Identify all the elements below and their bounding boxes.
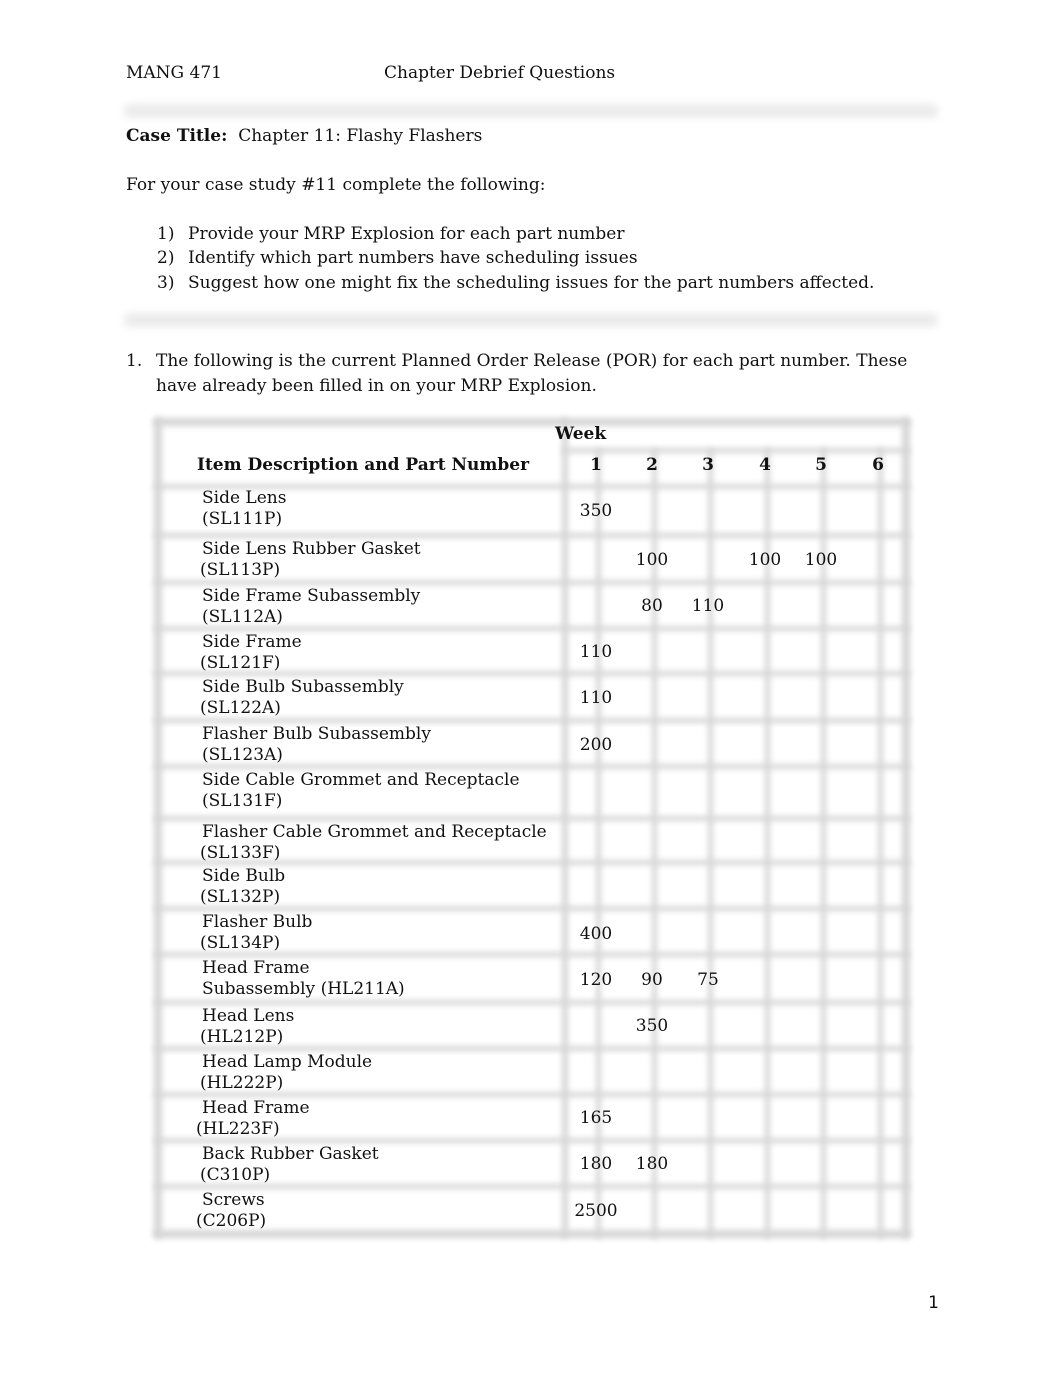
por-cell: 200: [579, 735, 613, 755]
part-number: (SL111P): [202, 509, 283, 529]
grid-line: [878, 448, 883, 1238]
grid-line: [562, 448, 910, 453]
course-code: MANG 471: [126, 63, 222, 83]
grid-line: [154, 418, 910, 426]
por-cell: 75: [697, 970, 719, 990]
part-number: (HL222P): [200, 1073, 284, 1093]
por-cell: 350: [635, 1016, 669, 1036]
item-description: Screws: [202, 1190, 265, 1210]
case-title-line: Case Title: Chapter 11: Flashy Flashers: [126, 126, 482, 146]
week-column-header: 6: [872, 455, 884, 475]
por-cell: 100: [748, 550, 782, 570]
por-cell: 110: [579, 642, 613, 662]
part-number: (SL121F): [200, 653, 281, 673]
question-1: 1. The following is the current Planned …: [126, 349, 936, 399]
por-cell: 2500: [574, 1201, 618, 1221]
grid-line: [154, 533, 910, 538]
part-number: (SL134P): [200, 933, 281, 953]
part-number: (C310P): [200, 1165, 271, 1185]
por-cell: 120: [579, 970, 613, 990]
task-item: 1) Provide your MRP Explosion for each pa…: [157, 224, 624, 244]
page-number: 1: [928, 1293, 939, 1313]
case-title: Chapter 11: Flashy Flashers: [238, 126, 483, 146]
part-number: (SL132P): [200, 887, 281, 907]
item-header: Item Description and Part Number: [197, 455, 530, 475]
task-number: 2): [157, 248, 175, 268]
por-cell: 110: [579, 688, 613, 708]
por-cell: 180: [579, 1154, 613, 1174]
item-description: Head Lamp Module: [202, 1052, 373, 1072]
part-number: (SL123A): [202, 745, 283, 765]
question-number: 1.: [126, 351, 143, 371]
divider: [124, 104, 938, 118]
question-text: The following is the current Planned Ord…: [156, 351, 908, 396]
document-title: Chapter Debrief Questions: [384, 63, 616, 83]
por-cell: 165: [579, 1108, 613, 1128]
por-cell: 400: [579, 924, 613, 944]
task-text: Suggest how one might fix the scheduling…: [188, 273, 875, 293]
task-text: Provide your MRP Explosion for each part…: [188, 224, 625, 244]
por-cell: 80: [641, 596, 663, 616]
part-number: (SL112A): [202, 607, 283, 627]
divider: [124, 313, 938, 327]
item-description: Back Rubber Gasket: [202, 1144, 379, 1164]
part-number: (C206P): [196, 1211, 267, 1231]
item-description: Head Frame: [202, 958, 310, 978]
por-cell: 350: [579, 501, 613, 521]
grid-line: [154, 1000, 910, 1005]
week-header: Week: [555, 424, 607, 444]
item-description: Side Frame Subassembly: [202, 586, 421, 606]
grid-line: [154, 418, 162, 1238]
case-title-label: Case Title:: [126, 126, 228, 146]
item-description: Side Cable Grommet and Receptacle: [202, 770, 520, 790]
grid-line: [562, 418, 568, 1238]
part-number: (SL113P): [200, 560, 281, 580]
item-description: Flasher Cable Grommet and Receptacle: [202, 822, 547, 842]
task-number: 3): [157, 273, 175, 293]
item-description: Flasher Bulb Subassembly: [202, 724, 431, 744]
item-description: Side Frame: [202, 632, 302, 652]
task-item: 3) Suggest how one might fix the scheduli…: [157, 273, 874, 293]
grid-line: [708, 448, 713, 1238]
week-column-header: 5: [815, 455, 827, 475]
task-item: 2) Identify which part numbers have sched…: [157, 248, 638, 268]
item-description: Side Lens Rubber Gasket: [202, 539, 421, 559]
grid-line: [154, 1230, 910, 1238]
week-column-header: 4: [759, 455, 771, 475]
item-description: Side Bulb Subassembly: [202, 677, 404, 697]
item-description: Flasher Bulb: [202, 912, 313, 932]
task-number: 1): [157, 224, 175, 244]
grid-line: [154, 816, 910, 821]
part-number: (HL223F): [196, 1119, 280, 1139]
part-number: (HL212P): [200, 1027, 284, 1047]
part-number: (SL133F): [200, 843, 281, 863]
part-number: (SL122A): [200, 698, 281, 718]
por-cell: 90: [641, 970, 663, 990]
por-cell: 110: [691, 596, 725, 616]
intro-text: For your case study #11 complete the fol…: [126, 175, 546, 195]
item-description: Side Bulb: [202, 866, 286, 886]
week-column-header: 1: [590, 455, 602, 475]
por-cell: 100: [804, 550, 838, 570]
part-number: Subassembly (HL211A): [202, 979, 405, 999]
task-text: Identify which part numbers have schedul…: [188, 248, 638, 268]
grid-line: [902, 418, 910, 1238]
week-column-header: 2: [646, 455, 658, 475]
item-description: Head Lens: [202, 1006, 295, 1026]
part-number: (SL131F): [202, 791, 283, 811]
por-cell: 180: [635, 1154, 669, 1174]
week-column-header: 3: [702, 455, 714, 475]
por-cell: 100: [635, 550, 669, 570]
item-description: Side Lens: [202, 488, 287, 508]
item-description: Head Frame: [202, 1098, 310, 1118]
